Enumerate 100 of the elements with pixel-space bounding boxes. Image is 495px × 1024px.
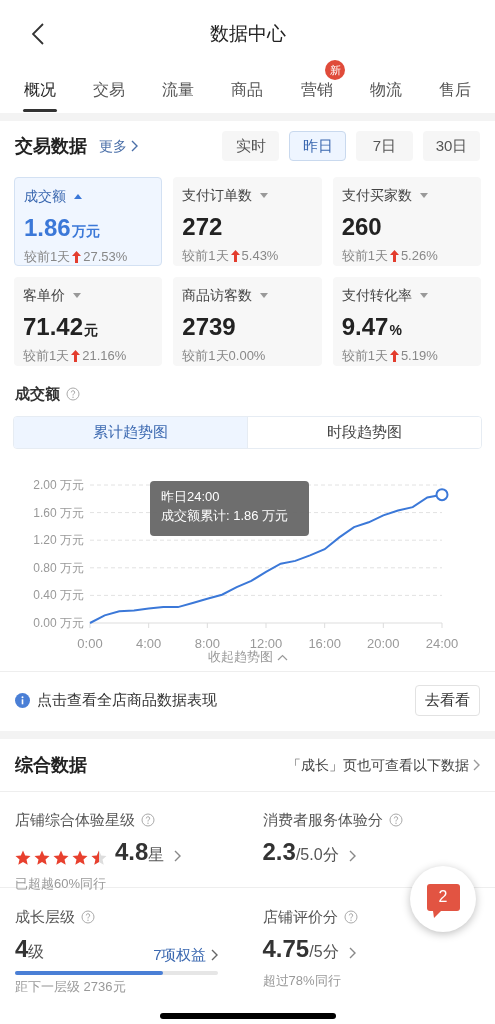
- axis-label: 1.20 万元: [33, 533, 84, 548]
- metric-label: 支付转化率: [341, 286, 412, 305]
- chevron-right-icon: [348, 849, 356, 862]
- star-icon: [34, 849, 50, 866]
- compare-label: 较前1天: [182, 347, 229, 365]
- metric-value: 9.47: [341, 312, 389, 342]
- up-arrow-icon: [71, 349, 81, 362]
- note-text: 超过78%同行: [262, 971, 342, 990]
- section-title: 综合数据: [15, 753, 87, 777]
- benefits-link[interactable]: 7项权益: [153, 944, 218, 967]
- growth-link[interactable]: 「成长」页也可查看以下数据: [287, 754, 480, 776]
- unit-label: /5.0分: [295, 845, 339, 865]
- tab[interactable]: 交易: [74, 68, 144, 112]
- change-value: 5.26%: [400, 247, 438, 265]
- metric-label: 客单价: [23, 286, 65, 305]
- metric-card[interactable]: 商品访客数 2739 较前1天0.00%: [173, 277, 322, 366]
- period-tab[interactable]: 昨日: [289, 131, 346, 161]
- metric-label: 消费者服务体验分: [262, 810, 383, 830]
- note-text: 已超越60%同行: [15, 874, 108, 893]
- axis-label: 1.60 万元: [33, 505, 84, 520]
- metric-card[interactable]: 支付转化率 9.47% 较前1天 5.19%: [332, 277, 481, 366]
- metric-value: 2.3: [262, 836, 296, 867]
- up-arrow-icon: [389, 349, 399, 362]
- notice-text: 点击查看全店商品数据表现: [37, 689, 217, 710]
- metric-card[interactable]: 客单价 71.42元 较前1天 21.16%: [14, 277, 163, 366]
- help-icon: [343, 910, 358, 925]
- tab[interactable]: 售后: [420, 68, 490, 112]
- unit-label: 元: [84, 321, 99, 340]
- axis-label: 0.80 万元: [33, 560, 84, 575]
- metric-label: 店铺综合体验星级: [15, 810, 135, 830]
- tooltip-title: 昨日24:00: [161, 488, 221, 506]
- view-tab[interactable]: 累计趋势图: [14, 417, 247, 448]
- tab[interactable]: 流量: [143, 68, 213, 112]
- caret-down-icon: [419, 293, 428, 298]
- help-icon: [66, 387, 80, 401]
- more-link[interactable]: 更多: [99, 135, 138, 157]
- caret-down-icon: [260, 193, 269, 198]
- unit-label: 级: [28, 942, 45, 962]
- axis-label: 0.40 万元: [33, 588, 84, 603]
- period-tab[interactable]: 30日: [423, 131, 480, 161]
- tab[interactable]: 概况: [5, 68, 75, 112]
- chevron-right-icon: [174, 849, 182, 862]
- section-title: 交易数据: [15, 134, 87, 158]
- up-arrow-icon: [72, 250, 82, 263]
- chevron-right-icon: [131, 140, 138, 152]
- caret-down-icon: [419, 193, 428, 198]
- view-tab[interactable]: 时段趋势图: [247, 417, 481, 448]
- help-icon: [81, 910, 95, 925]
- unit-label: 星: [148, 845, 165, 865]
- chevron-right-icon: [348, 946, 356, 959]
- tab[interactable]: 商品: [212, 68, 283, 112]
- tooltip-value: 成交额累计: 1.86 万元: [161, 507, 290, 525]
- compare-label: 较前1天: [182, 247, 229, 265]
- info-icon: [15, 692, 30, 708]
- unit-label: 万元: [71, 222, 100, 241]
- metric-value: 2739: [182, 312, 236, 342]
- up-arrow-icon: [389, 249, 399, 262]
- period-tab[interactable]: 7日: [356, 131, 413, 161]
- axis-label: 20:00: [367, 636, 400, 651]
- chevron-right-icon: [210, 949, 218, 962]
- axis-label: 0.00 万元: [33, 616, 84, 630]
- help-icon: [388, 813, 403, 828]
- period-tab[interactable]: 实时: [222, 131, 279, 161]
- chevron-right-icon: [473, 759, 480, 771]
- go-button[interactable]: 去看看: [415, 684, 480, 716]
- metric-label: 支付订单数: [182, 186, 253, 205]
- metric-card[interactable]: 支付买家数 260 较前1天 5.26%: [332, 177, 481, 266]
- star-icon: [72, 849, 88, 866]
- chat-float-button[interactable]: 2: [410, 866, 476, 932]
- metric-label: 成交额: [24, 187, 66, 206]
- metric-value: 1.86: [24, 213, 71, 243]
- metric-value: 71.42: [23, 312, 84, 342]
- metric-value: 260: [341, 212, 382, 242]
- metric-value: 4.8: [115, 836, 149, 867]
- change-value: 27.53%: [83, 248, 128, 266]
- unit-label: %: [389, 321, 402, 340]
- unit-label: /5分: [309, 942, 339, 962]
- metric-value: 272: [182, 212, 223, 242]
- change-value: 5.43%: [241, 247, 279, 265]
- tail-icon: [432, 910, 441, 918]
- axis-label: 0:00: [77, 636, 103, 651]
- axis-label: 2.00 万元: [33, 478, 84, 492]
- back-icon: [32, 23, 44, 45]
- new-badge: 新: [325, 60, 346, 80]
- change-value: 21.16%: [82, 347, 127, 365]
- tab[interactable]: 物流: [351, 68, 421, 112]
- metric-value: 4.75: [262, 933, 310, 964]
- half-star-icon: [91, 849, 107, 866]
- page-title: 数据中心: [209, 21, 286, 46]
- metric-card[interactable]: 成交额 1.86万元 较前1天 27.53%: [14, 177, 163, 266]
- star-icon: [53, 849, 69, 866]
- chevron-up-icon: [276, 653, 288, 661]
- metric-label: 商品访客数: [182, 286, 253, 305]
- metric-label: 支付买家数: [341, 186, 412, 205]
- compare-label: 较前1天: [23, 347, 70, 365]
- change-value: 5.19%: [400, 347, 438, 365]
- metric-card[interactable]: 支付订单数 272 较前1天 5.43%: [173, 177, 322, 266]
- help-icon: [141, 813, 155, 828]
- caret-down-icon: [73, 293, 81, 298]
- metric-label: 店铺评价分: [262, 907, 338, 927]
